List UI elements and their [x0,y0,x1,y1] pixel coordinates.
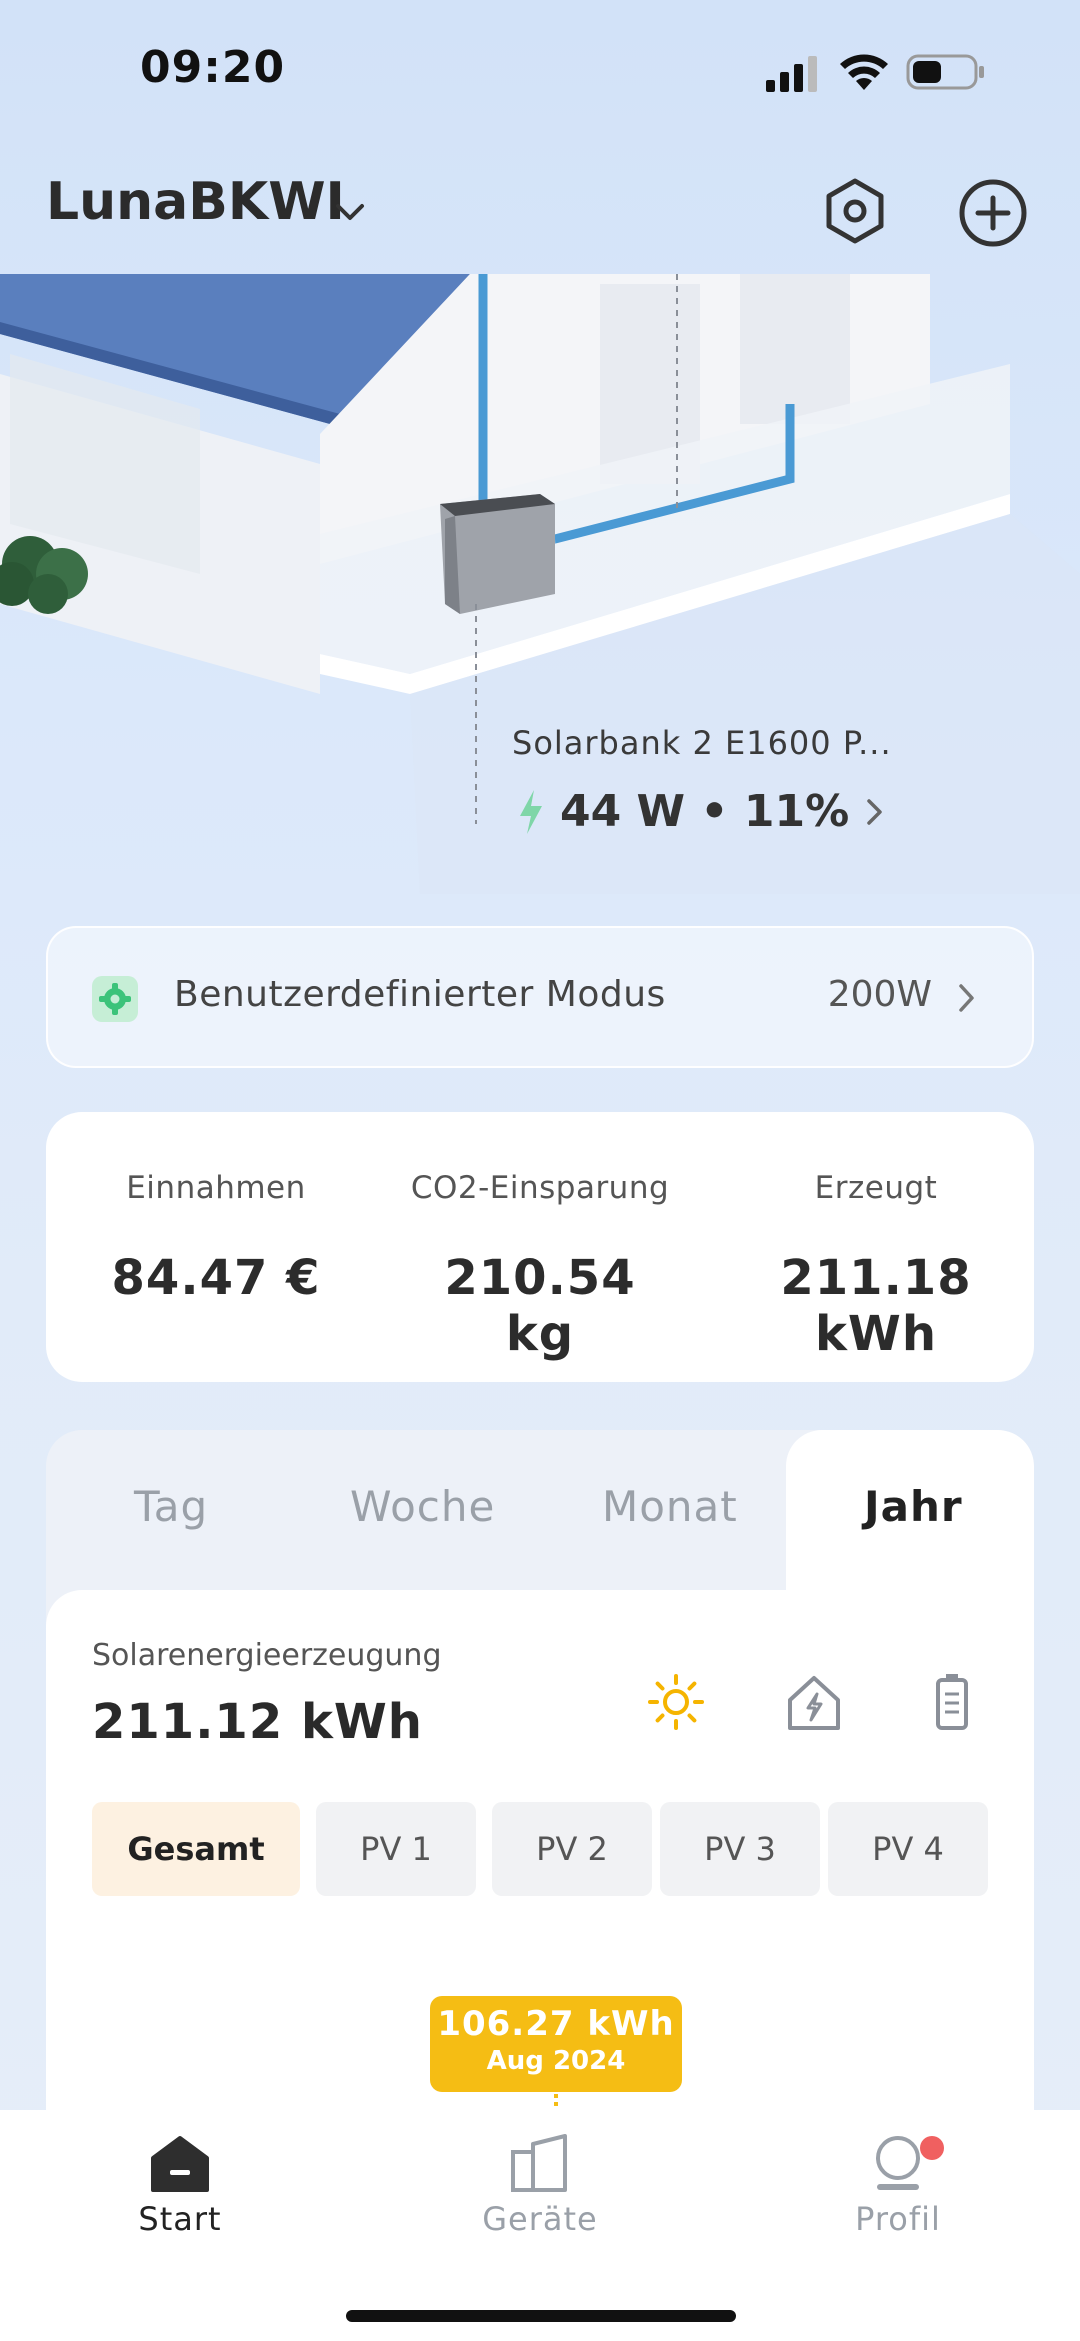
tooltip-value: 106.27 kWh [437,2004,675,2044]
source-pv1[interactable]: PV 1 [316,1802,476,1896]
chevron-right-icon [867,798,882,825]
stat-co2: CO2-Einsparung 210.54 kg [410,1170,670,1362]
mode-label: Benutzerdefinierter Modus [174,974,666,1015]
notification-badge [920,2136,944,2160]
bottom-nav: Start Geräte Profil [0,2110,1080,2341]
house-lightning-icon[interactable] [782,1670,846,1734]
stat-value: 210.54 kg [444,1250,636,1362]
add-circle-icon[interactable] [956,176,1030,250]
nav-geraete[interactable]: Geräte [440,2130,640,2238]
tab-tag[interactable]: Tag [134,1482,208,1531]
tab-monat[interactable]: Monat [602,1482,738,1531]
status-bar: 09:20 [0,0,1080,150]
stat-erzeugt: Erzeugt 211.18 kWh [726,1170,1026,1362]
tooltip-pointer [554,2094,558,2110]
source-pv3[interactable]: PV 3 [660,1802,820,1896]
tab-woche[interactable]: Woche [350,1482,495,1531]
mode-value: 200W [827,974,932,1015]
source-pv2[interactable]: PV 2 [492,1802,652,1896]
profile-icon [876,2136,920,2190]
stats-card: Einnahmen 84.47 € CO2-Einsparung 210.54 … [46,1112,1034,1382]
nav-label: Geräte [482,2200,598,2238]
stat-label: Einnahmen [126,1170,306,1206]
chart-tooltip: 106.27 kWh Aug 2024 [430,1996,682,2092]
battery-icon[interactable] [920,1670,984,1734]
home-indicator [346,2310,736,2322]
stat-value: 211.18 kWh [780,1250,972,1362]
tooltip-period: Aug 2024 [486,2046,626,2076]
nav-profil[interactable]: Profil [798,2130,998,2238]
source-gesamt[interactable]: Gesamt [92,1802,300,1896]
battery-status-icon [906,54,984,90]
device-stats-text: 44 W • 11% [560,786,850,837]
nav-start[interactable]: Start [80,2130,280,2238]
tab-jahr[interactable]: Jahr [864,1482,963,1531]
energy-section: Tag Woche Monat Jahr Solarenergieerzeugu… [46,1430,1034,2110]
source-pv4[interactable]: PV 4 [828,1802,988,1896]
signal-icon [766,56,817,92]
lightning-icon [520,789,542,834]
stat-label: Erzeugt [814,1170,938,1206]
chevron-down-icon[interactable] [330,192,370,232]
stat-value: 84.47 € [111,1250,321,1306]
sun-icon[interactable] [644,1670,708,1734]
wifi-icon [840,54,888,90]
stat-einnahmen: Einnahmen 84.47 € [86,1170,346,1306]
device-name[interactable]: Solarbank 2 E1600 P... [512,724,892,762]
site-title[interactable]: LunaBKWI [46,172,345,232]
devices-icon [511,2134,567,2192]
mode-card[interactable]: Benutzerdefinierter Modus 200W [46,926,1034,1068]
home-icon [151,2136,209,2192]
nav-label: Profil [855,2200,941,2238]
nav-label: Start [138,2200,222,2238]
device-power-status[interactable]: 44 W • 11% [516,786,887,837]
panel-subtitle: Solarenergieerzeugung [92,1638,442,1673]
panel-value: 211.12 kWh [92,1694,423,1750]
settings-hexagon-icon[interactable] [820,176,890,246]
mode-gear-icon [92,976,138,1022]
chevron-right-icon [959,984,974,1012]
status-time: 09:20 [140,42,286,93]
stat-label: CO2-Einsparung [410,1170,670,1206]
